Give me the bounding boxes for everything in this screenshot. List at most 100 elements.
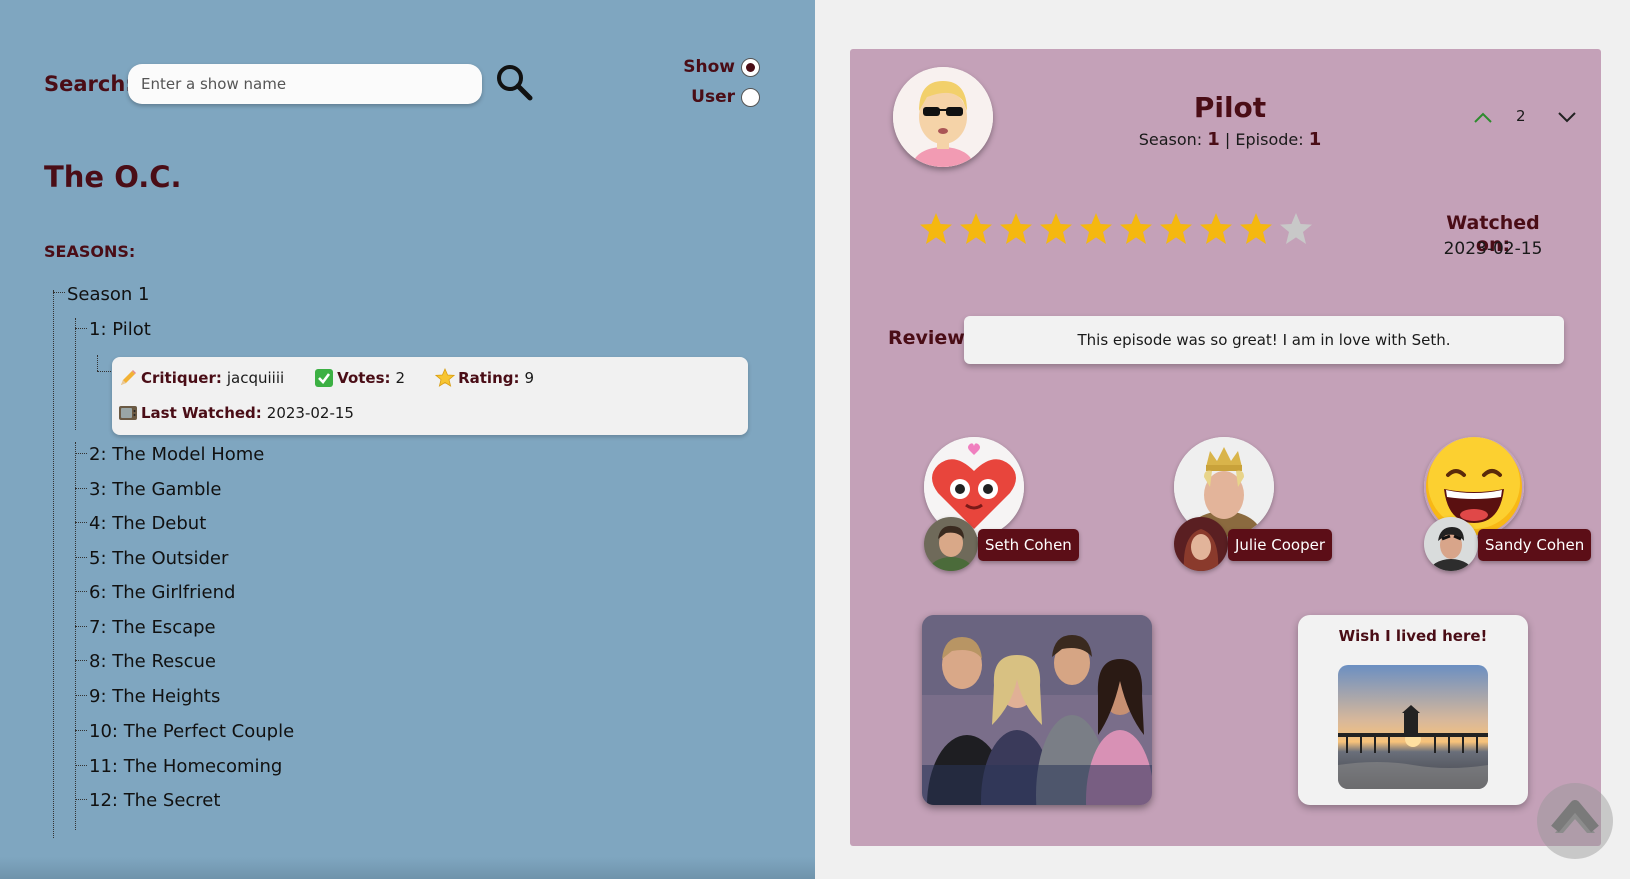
tree-line [75,318,76,430]
star-filled-icon[interactable] [1118,211,1154,247]
rating-value: 9 [524,369,535,387]
episode-item[interactable]: 6: The Girlfriend [89,582,235,603]
check-box-icon [315,369,334,387]
star-filled-icon[interactable] [1038,211,1074,247]
episode-item[interactable]: 4: The Debut [89,513,206,534]
star-empty-icon[interactable] [1278,211,1314,247]
tree-line [75,522,87,523]
episode-label: Episode: [1235,130,1304,149]
episode-item[interactable]: 11: The Homecoming [89,756,282,777]
radio-user-button[interactable] [741,87,760,107]
critique-box: Critiquer: jacquiiii Votes: 2 Rating: 9 [112,357,748,435]
tree-line [75,799,87,800]
rating-label: Rating: [458,369,520,387]
downvote-chevron-down-icon[interactable] [1556,109,1578,125]
episode-item[interactable]: 9: The Heights [89,686,220,707]
critiquer-value: jacquiiii [226,369,285,387]
vote-count: 2 [1516,107,1526,125]
tree-line [53,292,65,293]
search-input[interactable] [128,64,482,104]
character-name: Seth Cohen [978,529,1079,561]
star-filled-icon[interactable] [958,211,994,247]
critiquer-label: Critiquer: [141,369,222,387]
episode-item[interactable]: 5: The Outsider [89,548,228,569]
upvote-chevron-up-icon[interactable] [1472,109,1494,125]
star-filled-icon[interactable] [918,211,954,247]
tree-line [75,660,87,661]
votes-value: 2 [395,369,406,387]
episode-item[interactable]: 7: The Escape [89,617,216,638]
radio-show-button[interactable] [741,57,760,77]
seasons-label: SEASONS: [44,242,136,261]
tree-line [53,290,54,838]
star-filled-icon[interactable] [1158,211,1194,247]
radio-show-label: Show [683,57,735,77]
radio-user-option[interactable]: User [640,87,760,107]
episode-item[interactable]: 3: The Gamble [89,479,221,500]
tv-icon [119,406,137,420]
rating-item: Rating: 9 [435,368,534,388]
reaction-seth[interactable]: Seth Cohen [924,437,1104,577]
episode-item[interactable]: 1: Pilot [89,319,151,340]
critique-row-2: Last Watched: 2023-02-15 [118,403,384,423]
reaction-sandy[interactable]: Sandy Cohen [1424,437,1604,577]
reaction-julie[interactable]: Julie Cooper [1174,437,1354,577]
episode-item[interactable]: 12: The Secret [89,790,220,811]
review-label: Review: [888,327,973,349]
star-filled-icon[interactable] [1198,211,1234,247]
chevron-up-icon [1551,800,1599,833]
tree-line [75,626,87,627]
character-name: Julie Cooper [1228,529,1333,561]
tree-line [75,557,87,558]
watched-date: 2023-02-15 [1443,239,1543,259]
star-rating [918,211,1314,247]
season-number: 1 [1207,129,1220,150]
star-filled-icon[interactable] [1238,211,1274,247]
votes-label: Votes: [337,369,391,387]
tree-line [75,453,87,454]
episode-item[interactable]: 2: The Model Home [89,444,264,465]
episode-number: 1 [1308,129,1322,150]
episode-review-card: Pilot Season: 1 | Episode: 1 2 Watched o… [850,49,1601,846]
cast-photo[interactable] [922,615,1152,805]
panel-bottom-shade [0,857,815,879]
tree-line [75,591,87,592]
seth-cohen-avatar [924,517,978,571]
search-panel: Search: Show User The O.C. SEASONS: Seas… [0,0,815,879]
pencil-icon [121,370,136,385]
tree-line [75,695,87,696]
radio-user-label: User [691,87,735,107]
votes-item: Votes: 2 [314,368,405,388]
episode-meta: Season: 1 | Episode: 1 [1080,129,1380,150]
show-title: The O.C. [44,160,182,194]
episode-item[interactable]: 8: The Rescue [89,651,216,672]
tree-season-1[interactable]: Season 1 [67,284,150,305]
tree-line [97,355,98,371]
last-watched-label: Last Watched: [141,404,262,422]
scroll-to-top-button[interactable] [1537,783,1613,859]
tree-line [75,488,87,489]
star-filled-icon[interactable] [1078,211,1114,247]
star-filled-icon[interactable] [998,211,1034,247]
season-label: Season: [1138,130,1203,149]
tree-line [97,371,111,372]
review-text: This episode was so great! I am in love … [964,316,1564,364]
episode-title: Pilot [1193,91,1267,124]
meta-separator: | [1224,130,1231,149]
note-title: Wish I lived here! [1338,627,1488,645]
star-icon [435,368,456,387]
episode-item[interactable]: 10: The Perfect Couple [89,721,294,742]
critique-row-1: Critiquer: jacquiiii Votes: 2 Rating: 9 [118,368,564,388]
character-name: Sandy Cohen [1478,529,1592,561]
julie-cooper-avatar [1174,517,1228,571]
tree-line [75,765,87,766]
note-card[interactable]: Wish I lived here! [1298,615,1528,805]
critiquer-item: Critiquer: jacquiiii [118,368,284,388]
tree-line [75,730,87,731]
radio-show-option[interactable]: Show [640,57,760,77]
user-avatar[interactable] [893,67,993,167]
pier-sunset-photo [1338,665,1488,789]
sandy-cohen-avatar [1424,517,1478,571]
search-icon[interactable] [494,62,534,102]
tree-line [75,328,87,329]
